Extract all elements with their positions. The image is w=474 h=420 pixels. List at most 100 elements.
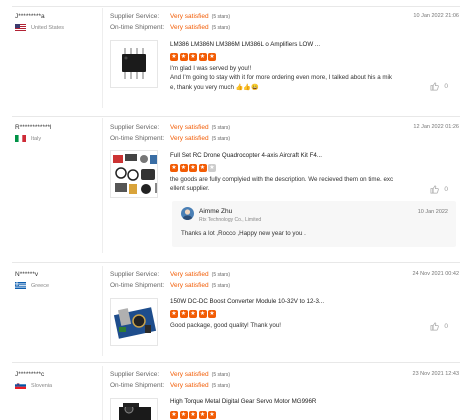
buyer-country: Greece xyxy=(15,282,49,289)
review-date: 12 Jan 2022 01:26 xyxy=(413,124,459,130)
product-thumbnail[interactable] xyxy=(110,150,158,198)
star-icon: ★ xyxy=(208,53,216,61)
column-separator xyxy=(102,366,103,420)
reply-company: Rtx Technology Co., Limited xyxy=(199,217,262,223)
shipment-stars-text: (5 stars) xyxy=(211,136,231,142)
seller-service-label: Supplier Service: xyxy=(110,124,160,131)
rating-stars: ★ ★ ★ ★ ★ xyxy=(170,310,216,318)
seller-service-value: Very satisfied (5 stars) xyxy=(170,371,230,378)
seller-value-text: Very satisfied xyxy=(170,124,209,131)
like-button[interactable]: 0 xyxy=(430,322,448,331)
avatar xyxy=(181,207,194,220)
rating-stars: ★ ★ ★ ★ ★ xyxy=(170,53,216,61)
column-separator xyxy=(102,266,103,356)
like-count: 0 xyxy=(444,186,448,193)
thumbs-up-icon xyxy=(430,82,440,91)
reply-text: Thanks a lot ,Rocco ,Happy new year to y… xyxy=(181,230,306,237)
star-icon: ★ xyxy=(170,164,178,172)
drone-kit-image xyxy=(113,154,157,194)
like-count: 0 xyxy=(444,323,448,330)
like-button[interactable]: 0 xyxy=(430,185,448,194)
thumbs-up-icon xyxy=(430,185,440,194)
seller-service-value: Very satisfied (5 stars) xyxy=(170,13,230,20)
review-divider xyxy=(12,362,460,363)
like-button[interactable]: 0 xyxy=(430,82,448,91)
review-text-line: ellent supplier. xyxy=(170,185,210,193)
review-text-line: I'm glad I was served by you!! xyxy=(170,65,252,72)
italy-flag-icon xyxy=(15,135,26,142)
star-icon: ★ xyxy=(198,310,207,318)
column-separator xyxy=(102,118,103,253)
buyer-country: Italy xyxy=(15,135,41,142)
star-empty-icon: ★ xyxy=(208,164,216,172)
star-icon: ★ xyxy=(189,164,197,172)
star-icon: ★ xyxy=(198,164,207,172)
shipment-label: On-time Shipment: xyxy=(110,282,165,289)
buyer-name: J*********c xyxy=(15,371,45,378)
star-icon: ★ xyxy=(179,411,188,419)
like-count: 0 xyxy=(444,83,448,90)
thumbs-up-icon xyxy=(430,322,440,331)
rating-stars: ★ ★ ★ ★ ★ xyxy=(170,164,216,172)
star-icon: ★ xyxy=(208,310,216,318)
star-icon: ★ xyxy=(170,310,178,318)
product-thumbnail[interactable] xyxy=(110,40,158,88)
star-icon: ★ xyxy=(179,310,188,318)
buyer-country: Slovenia xyxy=(15,382,52,389)
product-thumbnail[interactable] xyxy=(110,398,158,420)
seller-stars-text: (5 stars) xyxy=(211,272,231,278)
buyer-country: United States xyxy=(15,24,64,31)
review-text: I'm glad I was served by you!! And I'm g… xyxy=(170,64,420,92)
country-label: United States xyxy=(31,24,65,31)
seller-stars-text: (5 stars) xyxy=(211,14,231,20)
product-title-link[interactable]: Full Set RC Drone Quadrocopter 4-axis Ai… xyxy=(170,152,322,159)
review-date: 24 Nov 2021 00:42 xyxy=(412,271,459,277)
review-text-line: e, thank you very much 👍👍😀 xyxy=(170,83,259,91)
product-thumbnail[interactable] xyxy=(110,298,158,346)
shipment-label: On-time Shipment: xyxy=(110,24,165,31)
seller-service-label: Supplier Service: xyxy=(110,271,160,278)
us-flag-icon xyxy=(15,24,26,31)
seller-value-text: Very satisfied xyxy=(170,271,209,278)
star-icon: ★ xyxy=(198,411,207,419)
seller-service-label: Supplier Service: xyxy=(110,371,160,378)
review-text: Good package, good quality! Thank you! xyxy=(170,321,410,330)
product-title-link[interactable]: LM386 LM386N LM386M LM386L o Amplifiers … xyxy=(170,41,320,48)
seller-value-text: Very satisfied xyxy=(170,13,209,20)
seller-service-value: Very satisfied (5 stars) xyxy=(170,271,230,278)
buyer-name: J*********a xyxy=(15,13,45,20)
review-date: 23 Nov 2021 12:43 xyxy=(412,371,459,377)
reviews-page: J*********a United States Supplier Servi… xyxy=(0,0,474,420)
product-title-link[interactable]: High Torque Metal Digital Gear Servo Mot… xyxy=(170,398,316,405)
ic-chip-image xyxy=(122,48,146,79)
shipment-value: Very satisfied (5 stars) xyxy=(170,24,230,31)
seller-reply: Aimme Zhu Rtx Technology Co., Limited 10… xyxy=(172,201,456,247)
shipment-value: Very satisfied (5 stars) xyxy=(170,135,230,142)
star-icon: ★ xyxy=(189,411,197,419)
review-text-line: Good package, good quality! Thank you! xyxy=(170,322,281,329)
shipment-value: Very satisfied (5 stars) xyxy=(170,382,230,389)
reply-author: Aimme Zhu xyxy=(199,208,233,215)
reply-date: 10 Jan 2022 xyxy=(417,209,448,215)
slovenia-flag-icon xyxy=(15,382,26,389)
seller-stars-text: (5 stars) xyxy=(211,372,231,378)
star-icon: ★ xyxy=(170,53,178,61)
shipment-stars-text: (5 stars) xyxy=(211,283,231,289)
star-icon: ★ xyxy=(189,53,197,61)
review-divider xyxy=(12,6,460,7)
review-text-line: the goods are fully complyied with the d… xyxy=(170,176,394,183)
star-icon: ★ xyxy=(179,164,188,172)
country-label: Slovenia xyxy=(31,382,53,389)
star-icon: ★ xyxy=(189,310,197,318)
review-text: the goods are fully complyied with the d… xyxy=(170,175,420,194)
shipment-label: On-time Shipment: xyxy=(110,135,165,142)
shipment-value-text: Very satisfied xyxy=(170,282,209,289)
star-icon: ★ xyxy=(179,53,188,61)
shipment-value: Very satisfied (5 stars) xyxy=(170,282,230,289)
boost-converter-image xyxy=(113,307,157,339)
review-text-line: And I'm going to stay with it for more o… xyxy=(170,74,392,82)
star-icon: ★ xyxy=(170,411,178,419)
product-title-link[interactable]: 150W DC-DC Boost Converter Module 10-32V… xyxy=(170,298,324,305)
seller-service-label: Supplier Service: xyxy=(110,13,160,20)
review-date: 10 Jan 2022 21:06 xyxy=(413,13,459,19)
